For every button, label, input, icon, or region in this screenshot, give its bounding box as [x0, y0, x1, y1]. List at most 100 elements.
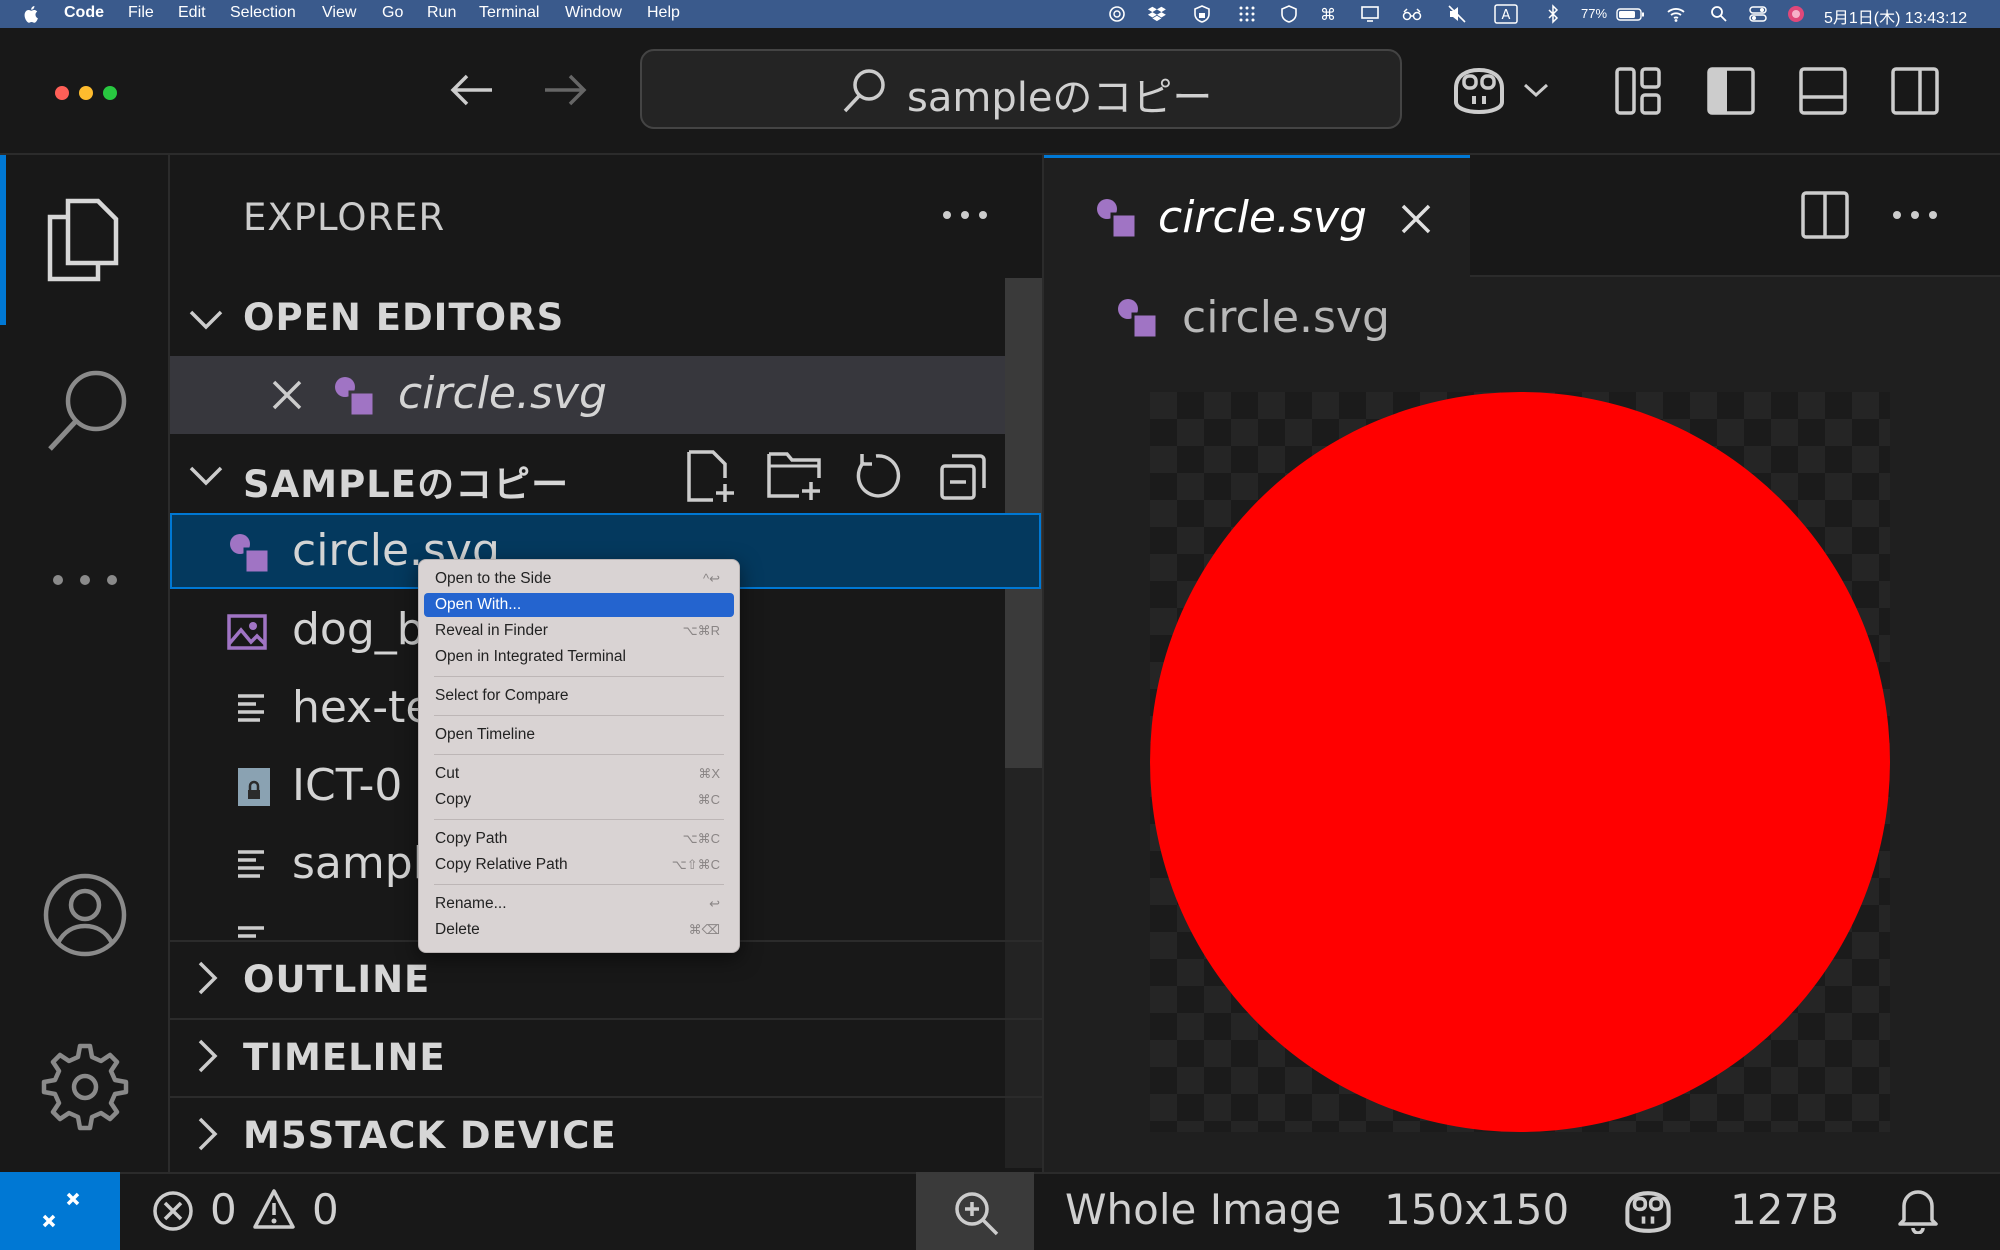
image-file-icon	[227, 614, 267, 650]
close-icon[interactable]	[1399, 202, 1433, 236]
outline-header[interactable]: OUTLINE	[170, 944, 1005, 1018]
menu-edit[interactable]: Edit	[178, 4, 206, 22]
error-icon	[153, 1191, 193, 1231]
menu-view[interactable]: View	[322, 4, 356, 22]
files-icon[interactable]	[44, 195, 124, 285]
menu-help[interactable]: Help	[647, 4, 680, 22]
image-dimensions[interactable]: 150x150	[1384, 1185, 1569, 1234]
display-icon[interactable]	[1360, 4, 1380, 24]
account-icon[interactable]	[42, 872, 128, 958]
menu-item-label: Cut	[435, 765, 460, 782]
menu-item-copy-relative-path[interactable]: Copy Relative Path ⌥⇧⌘C	[424, 853, 734, 877]
menu-window[interactable]: Window	[565, 4, 622, 22]
menu-item-copy[interactable]: Copy ⌘C	[424, 788, 734, 812]
menu-item-open-with[interactable]: Open With...	[424, 593, 734, 617]
menu-terminal[interactable]: Terminal	[479, 4, 539, 22]
file-name: dog_b	[292, 604, 425, 655]
more-actions-icon[interactable]	[1890, 208, 1940, 222]
image-preview[interactable]	[1150, 392, 1890, 1132]
toggle-panel-icon[interactable]	[1798, 66, 1848, 116]
spotlight-search-icon[interactable]	[1709, 4, 1729, 24]
remote-indicator[interactable]	[0, 1172, 120, 1250]
file-size[interactable]: 127B	[1730, 1185, 1839, 1234]
shield-menu-icon[interactable]	[1192, 4, 1212, 24]
menu-selection[interactable]: Selection	[230, 4, 296, 22]
copilot-status-icon[interactable]	[1620, 1186, 1676, 1238]
bluetooth-icon[interactable]	[1543, 4, 1563, 24]
clock[interactable]: 5月1日(木) 13:43:12	[1824, 4, 1967, 28]
tab-strip-border	[1470, 275, 2000, 277]
open-editors-header[interactable]: OPEN EDITORS	[170, 286, 1005, 352]
dropbox-icon[interactable]	[1147, 4, 1167, 24]
notifications-bell-icon[interactable]	[1896, 1186, 1940, 1234]
close-window-button[interactable]	[55, 86, 69, 100]
search-icon[interactable]	[44, 365, 134, 455]
menu-separator	[434, 715, 724, 716]
collapse-all-icon[interactable]	[938, 452, 988, 502]
open-editor-item[interactable]: circle.svg	[170, 356, 1005, 434]
siri-icon[interactable]	[1786, 4, 1806, 24]
problems-indicator[interactable]: 0 0	[148, 1185, 348, 1236]
settings-icon[interactable]	[40, 1042, 130, 1132]
chevron-down-icon[interactable]	[1522, 80, 1550, 100]
breadcrumb-item[interactable]: circle.svg	[1182, 292, 1390, 343]
glasses-icon[interactable]	[1402, 4, 1422, 24]
menu-file[interactable]: File	[128, 4, 154, 22]
apple-logo-icon[interactable]	[22, 4, 42, 24]
menu-item-label: Reveal in Finder	[435, 622, 548, 639]
menu-item-shortcut: ⌥⇧⌘C	[671, 857, 720, 872]
menu-go[interactable]: Go	[382, 4, 403, 22]
refresh-icon[interactable]	[852, 450, 902, 502]
command-icon[interactable]: ⌘	[1318, 4, 1338, 24]
new-folder-icon[interactable]	[765, 448, 825, 504]
menu-separator	[434, 754, 724, 755]
command-center-search[interactable]: sampleのコピー	[640, 49, 1402, 129]
minimize-window-button[interactable]	[79, 86, 93, 100]
menu-item-select-for-compare[interactable]: Select for Compare	[424, 684, 734, 708]
menu-item-open-to-side[interactable]: Open to the Side ^↩	[424, 567, 734, 591]
breadcrumb[interactable]: circle.svg	[1110, 292, 1610, 352]
timeline-title: TIMELINE	[243, 1036, 446, 1079]
shield-check-icon[interactable]	[1279, 4, 1299, 24]
input-method-icon[interactable]: A	[1494, 4, 1518, 24]
menu-item-cut[interactable]: Cut ⌘X	[424, 762, 734, 786]
back-arrow-icon[interactable]	[447, 70, 497, 110]
grid-dots-icon[interactable]	[1237, 4, 1257, 24]
wifi-icon[interactable]	[1666, 4, 1686, 24]
menu-app-name[interactable]: Code	[64, 4, 104, 22]
red-circle-image	[1150, 392, 1890, 1132]
svg-file-icon	[230, 534, 271, 575]
chatgpt-icon[interactable]	[1107, 4, 1127, 24]
timeline-header[interactable]: TIMELINE	[170, 1022, 1005, 1096]
close-icon[interactable]	[270, 378, 304, 412]
new-file-icon[interactable]	[683, 448, 739, 504]
mute-icon[interactable]	[1447, 4, 1467, 24]
menu-item-copy-path[interactable]: Copy Path ⌥⌘C	[424, 827, 734, 851]
more-actions-icon[interactable]	[940, 208, 990, 222]
zoom-button[interactable]	[916, 1172, 1034, 1250]
menu-item-reveal-in-finder[interactable]: Reveal in Finder ⌥⌘R	[424, 619, 734, 643]
menu-item-open-in-terminal[interactable]: Open in Integrated Terminal	[424, 645, 734, 669]
menu-item-delete[interactable]: Delete ⌘⌫	[424, 918, 734, 942]
chevron-right-icon	[198, 961, 218, 995]
toggle-primary-sidebar-icon[interactable]	[1706, 66, 1756, 116]
warning-count: 0	[312, 1185, 339, 1234]
control-center-icon[interactable]	[1748, 4, 1768, 24]
copilot-icon[interactable]	[1448, 62, 1510, 120]
more-icon[interactable]	[50, 570, 120, 590]
customize-layout-icon[interactable]	[1614, 66, 1664, 116]
menu-item-open-timeline[interactable]: Open Timeline	[424, 723, 734, 747]
toggle-secondary-sidebar-icon[interactable]	[1890, 66, 1940, 116]
m5stack-header[interactable]: M5STACK DEVICE	[170, 1100, 1005, 1172]
menu-item-label: Open With...	[435, 596, 522, 613]
editor-tab[interactable]: circle.svg	[1044, 155, 1470, 277]
menu-item-rename[interactable]: Rename... ↩	[424, 892, 734, 916]
file-name: sampl	[292, 838, 425, 889]
forward-arrow-icon[interactable]	[540, 70, 590, 110]
battery-icon[interactable]	[1616, 4, 1646, 24]
menu-run[interactable]: Run	[427, 4, 456, 22]
zoom-window-button[interactable]	[103, 86, 117, 100]
split-editor-icon[interactable]	[1800, 190, 1850, 240]
chevron-down-icon	[189, 466, 223, 486]
zoom-level[interactable]: Whole Image	[1065, 1185, 1341, 1234]
